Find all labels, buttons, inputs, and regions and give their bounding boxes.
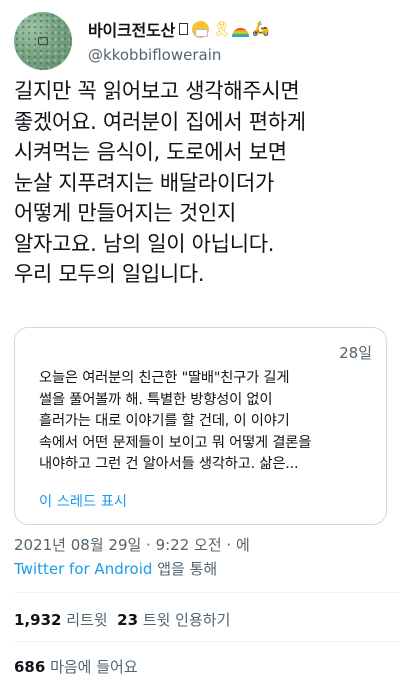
rainbow-icon [232,27,250,37]
avatar[interactable] [14,12,72,70]
tweet-line: 어떻게 만들어지는 것인지 [14,201,236,225]
tweet-line: 눈살 지푸려지는 배달라이더가 [14,170,275,195]
quoted-tweet-line: 흘러가는 대로 이야기를 할 건데, 이 이야기 [39,413,290,430]
like-label[interactable]: 마음에 들어요 [45,658,138,676]
display-name[interactable]: 바이크전도산 [88,17,175,41]
quoted-tweet-date[interactable]: 28일 [339,342,372,363]
show-thread-link[interactable]: 이 스레드 표시 [39,490,127,511]
unknown-glyph-icon [179,23,189,35]
tweet-line: 시켜먹는 음식이, 도로에서 보면 [14,140,287,164]
tweet-timestamp[interactable]: 2021년 08월 29일 · 9:22 오전 · 에 [14,534,250,555]
likes-stats: 686 마음에 들어요 [14,656,138,677]
mask-face-icon [192,20,210,38]
tweet-line: 알자고요. 남의 일이 아닙니다. [14,231,275,256]
quote-count[interactable]: 23 [117,611,138,629]
source-app-link[interactable]: Twitter for Android [14,560,152,578]
retweet-label[interactable]: 리트윗 [61,611,117,629]
tweet-line: 길지만 꼭 읽어보고 생각해주시면 [14,79,300,103]
avatar-emblem [38,37,48,45]
quoted-tweet-line: 속에서 어떤 문제들이 보이고 뭐 어떻게 결론을 [39,434,312,451]
tweet-text: 길지만 꼭 읽어보고 생각해주시면 좋겠어요. 여러분이 집에서 편하게 시켜먹… [14,76,392,290]
user-handle[interactable]: @kkobbiflowerain [88,46,221,64]
engagement-stats: 1,932 리트윗 23 트윗 인용하기 [14,609,230,630]
quoted-tweet-line: 오늘은 여러분의 친근한 "딸배"친구가 길게 [39,370,290,386]
tweet-line: 우리 모두의 일입니다. [14,262,205,286]
divider [14,592,400,593]
tweet-source: Twitter for Android 앱을 통해 [14,558,217,579]
yellow-ribbon-icon: 🎗 [212,19,232,38]
divider [14,641,400,642]
quoted-tweet-line: 내야하고 그런 건 알아서들 생각하고. 삶은... [39,456,299,473]
quoted-tweet-line: 썰을 풀어볼까 해. 특별한 방향성이 없이 [39,391,273,408]
tweet-line: 좋겠어요. 여러분이 집에서 편하게 [14,109,306,134]
quote-label[interactable]: 트윗 인용하기 [138,611,231,629]
source-suffix: 앱을 통해 [152,560,218,578]
retweet-count[interactable]: 1,932 [14,611,61,629]
name-row: 바이크전도산 🎗 🛵 [88,17,270,41]
scooter-icon: 🛵 [252,20,270,37]
quoted-tweet-card[interactable]: 28일 오늘은 여러분의 친근한 "딸배"친구가 길게 썰을 풀어볼까 해. 특… [14,327,387,525]
like-count[interactable]: 686 [14,658,45,676]
quoted-tweet-text: 오늘은 여러분의 친근한 "딸배"친구가 길게 썰을 풀어볼까 해. 특별한 방… [39,368,375,476]
tweet-header: 바이크전도산 🎗 🛵 @kkobbiflowerain [14,12,386,74]
